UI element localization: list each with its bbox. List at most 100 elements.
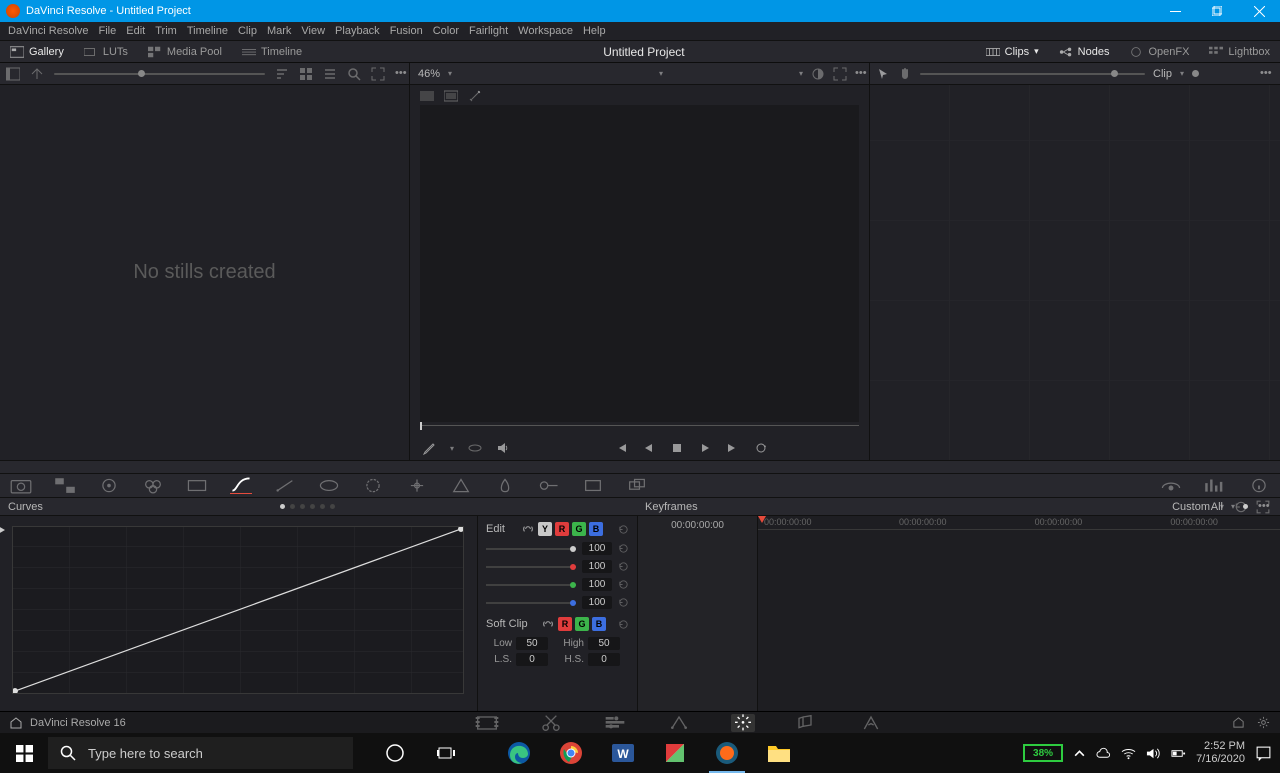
- node-more-icon[interactable]: •••: [1260, 67, 1274, 81]
- taskbar-clock[interactable]: 2:52 PM7/16/2020: [1196, 740, 1245, 765]
- menu-fairlight[interactable]: Fairlight: [469, 25, 508, 37]
- viewer-mode1-icon[interactable]: [420, 89, 434, 103]
- tracking-icon[interactable]: [406, 478, 428, 494]
- lum-slider[interactable]: [486, 548, 576, 550]
- red-slider[interactable]: [486, 566, 576, 568]
- menu-view[interactable]: View: [301, 25, 325, 37]
- app-explorer[interactable]: [757, 733, 801, 773]
- taskbar-search[interactable]: Type here to search: [48, 737, 353, 769]
- curves-page-dot[interactable]: [310, 504, 315, 509]
- scopes-toggle-icon[interactable]: [1160, 478, 1182, 494]
- close-button[interactable]: [1238, 0, 1280, 22]
- sidebar-icon[interactable]: [6, 67, 20, 81]
- gallery-zoom-slider[interactable]: [54, 73, 265, 75]
- app-word[interactable]: W: [601, 733, 645, 773]
- menu-edit[interactable]: Edit: [126, 25, 145, 37]
- channel-r[interactable]: R: [555, 522, 569, 536]
- sc-reset-icon[interactable]: [618, 619, 629, 630]
- toggle-luts[interactable]: LUTs: [74, 41, 138, 62]
- channel-g[interactable]: G: [572, 522, 586, 536]
- camera-raw-icon[interactable]: [10, 478, 32, 494]
- node-panel-mode[interactable]: Clip: [1153, 68, 1172, 80]
- blur-icon[interactable]: [494, 478, 516, 494]
- menu-app[interactable]: DaVinci Resolve: [8, 25, 89, 37]
- split-screen-icon[interactable]: [468, 441, 482, 455]
- sort-icon[interactable]: [275, 67, 289, 81]
- channel-y[interactable]: Y: [538, 522, 552, 536]
- keyframes-filter[interactable]: All: [1211, 501, 1223, 513]
- cortana-icon[interactable]: [373, 733, 417, 773]
- page-fairlight[interactable]: [795, 714, 819, 732]
- 3d-icon[interactable]: [626, 478, 648, 494]
- viewer-scrubber[interactable]: [420, 425, 859, 435]
- kf-timeline[interactable]: 00:00:00:00 00:00:00:00 00:00:00:00 00:0…: [758, 516, 1280, 711]
- curves-page-dot[interactable]: [280, 504, 285, 509]
- curves-editor[interactable]: [0, 516, 478, 711]
- minimize-button[interactable]: [1154, 0, 1196, 22]
- curves-mode-dropdown[interactable]: Custom: [1172, 501, 1210, 513]
- motion-icon[interactable]: [186, 478, 208, 494]
- sc-hs[interactable]: 0: [588, 653, 620, 666]
- kf-expand-icon[interactable]: [1256, 500, 1270, 514]
- menu-color[interactable]: Color: [433, 25, 459, 37]
- search-icon[interactable]: [347, 67, 361, 81]
- onedrive-icon[interactable]: [1096, 747, 1111, 760]
- battery-indicator[interactable]: 38%: [1023, 744, 1063, 762]
- stop-icon[interactable]: [670, 441, 684, 455]
- menu-trim[interactable]: Trim: [155, 25, 177, 37]
- menu-playback[interactable]: Playback: [335, 25, 380, 37]
- fullscreen-icon[interactable]: [833, 67, 847, 81]
- sc-channel-b[interactable]: B: [592, 617, 606, 631]
- reset-icon[interactable]: [618, 543, 629, 554]
- curves-icon[interactable]: [230, 478, 252, 494]
- page-cut[interactable]: [539, 714, 563, 732]
- curves-page-dot[interactable]: [300, 504, 305, 509]
- link-icon[interactable]: [541, 617, 555, 631]
- tray-up-icon[interactable]: [1073, 747, 1086, 760]
- toggle-openfx[interactable]: OpenFX: [1119, 41, 1199, 62]
- green-slider[interactable]: [486, 584, 576, 586]
- warper-icon[interactable]: [274, 478, 296, 494]
- list-icon[interactable]: [323, 67, 337, 81]
- edit-reset-icon[interactable]: [618, 524, 629, 535]
- viewer-mode2-icon[interactable]: [444, 89, 458, 103]
- toggle-gallery[interactable]: Gallery: [0, 41, 74, 62]
- window-icon[interactable]: [362, 478, 384, 494]
- viewer-canvas[interactable]: [420, 105, 859, 422]
- app-misc[interactable]: [653, 733, 697, 773]
- sc-low[interactable]: 50: [516, 637, 548, 650]
- rgb-mixer-icon[interactable]: [142, 478, 164, 494]
- sc-ls[interactable]: 0: [516, 653, 548, 666]
- key-icon[interactable]: [538, 478, 560, 494]
- page-fusion[interactable]: [667, 714, 691, 732]
- magic-mask-icon[interactable]: [450, 478, 472, 494]
- menu-clip[interactable]: Clip: [238, 25, 257, 37]
- toggle-lightbox[interactable]: Lightbox: [1199, 41, 1280, 62]
- reset-icon[interactable]: [618, 561, 629, 572]
- green-value[interactable]: 100: [582, 578, 612, 591]
- app-resolve[interactable]: [705, 733, 749, 773]
- page-media[interactable]: [475, 714, 499, 732]
- settings-icon[interactable]: [1257, 716, 1270, 729]
- volume-icon[interactable]: [1146, 747, 1161, 760]
- grid-icon[interactable]: [299, 67, 313, 81]
- viewer-more-icon[interactable]: •••: [855, 67, 869, 81]
- app-chrome[interactable]: [549, 733, 593, 773]
- curves-page-dot[interactable]: [330, 504, 335, 509]
- curves-page-dot[interactable]: [290, 504, 295, 509]
- more-icon[interactable]: •••: [395, 67, 409, 81]
- loop-icon[interactable]: [754, 441, 768, 455]
- curves-play-icon[interactable]: [0, 526, 5, 534]
- mute-icon[interactable]: [496, 441, 510, 455]
- blue-slider[interactable]: [486, 602, 576, 604]
- wifi-icon[interactable]: [1121, 747, 1136, 760]
- page-color[interactable]: [731, 714, 755, 732]
- menu-fusion[interactable]: Fusion: [390, 25, 423, 37]
- notifications-icon[interactable]: [1255, 745, 1272, 762]
- menu-timeline[interactable]: Timeline: [187, 25, 228, 37]
- blue-value[interactable]: 100: [582, 596, 612, 609]
- start-button[interactable]: [0, 733, 48, 773]
- color-match-icon[interactable]: [54, 478, 76, 494]
- menu-workspace[interactable]: Workspace: [518, 25, 573, 37]
- sc-channel-g[interactable]: G: [575, 617, 589, 631]
